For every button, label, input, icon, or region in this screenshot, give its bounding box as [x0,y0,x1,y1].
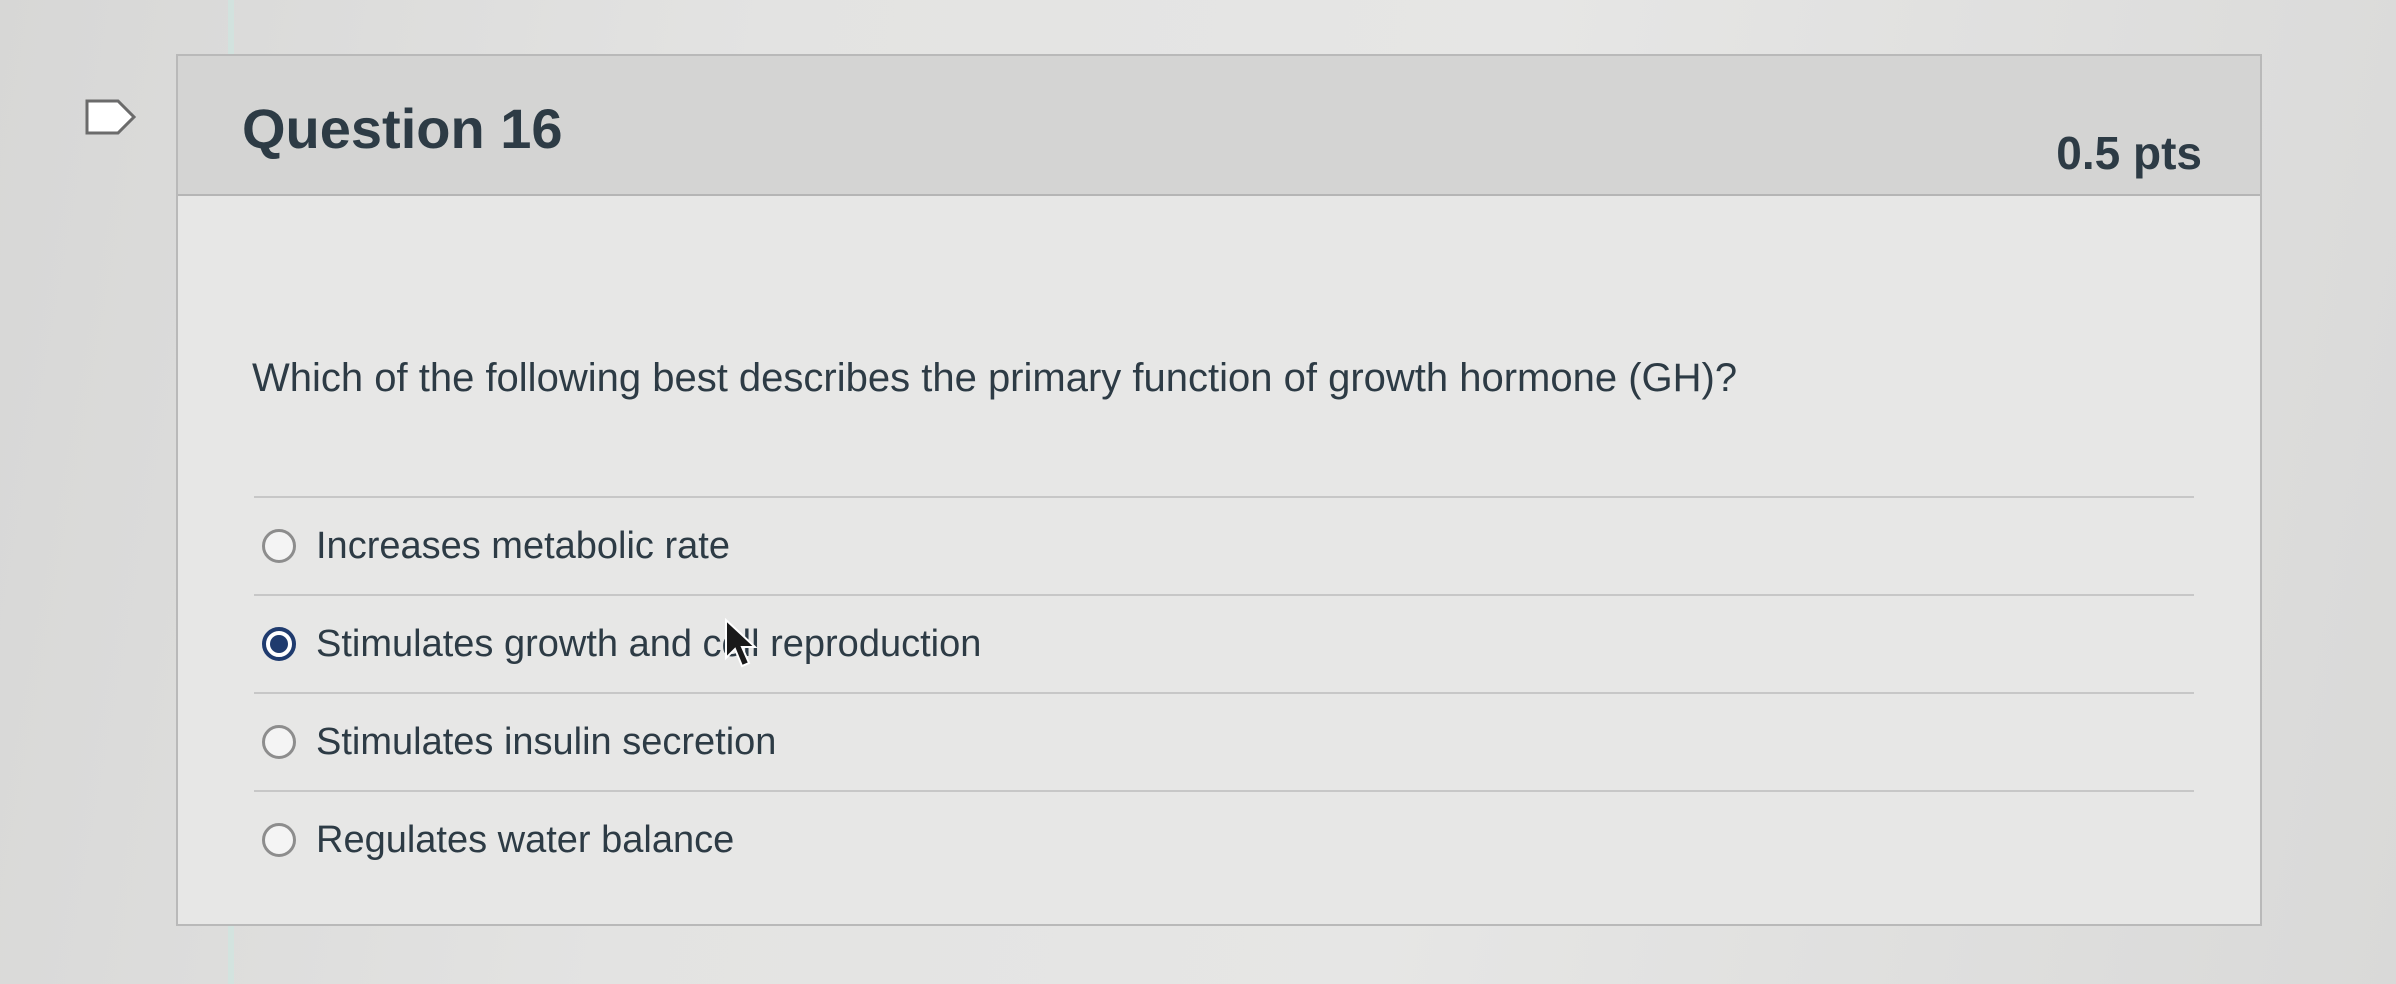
answer-option-3[interactable]: Stimulates insulin secretion [254,692,2194,790]
question-title: Question 16 [242,97,563,160]
radio-button[interactable] [262,823,296,857]
radio-button[interactable] [262,529,296,563]
mouse-pointer-icon [725,618,758,668]
flag-question-button[interactable] [84,98,138,136]
question-points: 0.5 pts [2056,127,2202,179]
answer-label: Regulates water balance [316,818,735,861]
question-body: Which of the following best describes th… [178,196,2260,926]
question-text: Which of the following best describes th… [252,356,1738,400]
answer-list: Increases metabolic rate Stimulates grow… [254,496,2194,888]
radio-button[interactable] [262,725,296,759]
answer-label: Stimulates growth and cell reproduction [316,622,982,665]
radio-button-selected[interactable] [262,627,296,661]
answer-label: Stimulates insulin secretion [316,720,777,763]
flag-icon [85,99,137,135]
answer-option-1[interactable]: Increases metabolic rate [254,496,2194,594]
quiz-page: Question 16 0.5 pts Which of the followi… [0,0,2396,984]
answer-label: Increases metabolic rate [316,524,730,567]
question-card: Question 16 0.5 pts Which of the followi… [176,54,2262,926]
radio-dot [270,635,288,653]
question-header: Question 16 0.5 pts [178,56,2260,196]
answer-option-4[interactable]: Regulates water balance [254,790,2194,888]
answer-option-2[interactable]: Stimulates growth and cell reproduction [254,594,2194,692]
